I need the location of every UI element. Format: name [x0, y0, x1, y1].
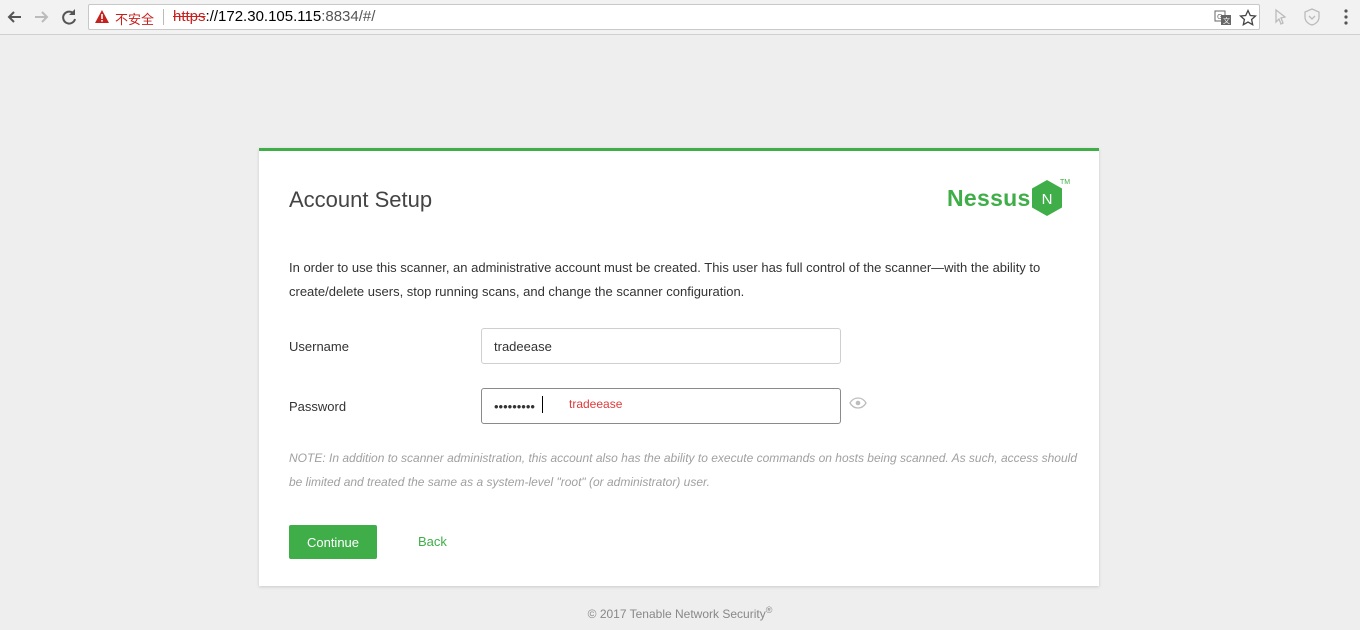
omnibox-divider — [163, 9, 164, 25]
logo-hexagon-icon: N — [1032, 180, 1062, 216]
browser-toolbar: 不安全 https://172.30.105.115:8834/#/ G文 — [0, 0, 1360, 35]
extension-shield-icon[interactable] — [1302, 7, 1322, 27]
registered-mark: ® — [765, 605, 773, 615]
footer-copyright: © 2017 Tenable Network Security® — [0, 605, 1360, 621]
menu-kebab-icon[interactable] — [1336, 7, 1356, 27]
footer-text: © 2017 Tenable Network Security — [587, 607, 766, 621]
address-bar[interactable]: 不安全 https://172.30.105.115:8834/#/ G文 — [88, 4, 1260, 30]
back-arrow-icon[interactable] — [4, 6, 26, 28]
text-caret — [542, 396, 543, 413]
password-label: Password — [289, 399, 347, 414]
url-text[interactable]: https://172.30.105.115:8834/#/ — [173, 8, 375, 25]
star-icon[interactable] — [1238, 8, 1258, 27]
warning-triangle-icon[interactable] — [95, 10, 109, 28]
url-host: ://172.30.105.115 — [205, 8, 322, 25]
logo-wordmark: Nessus — [947, 185, 1031, 211]
username-input[interactable] — [481, 328, 841, 364]
account-setup-card: Account Setup Nessus N TM In order to us… — [259, 148, 1099, 586]
admin-note: NOTE: In addition to scanner administrat… — [289, 451, 1077, 489]
url-path: :8834/#/ — [321, 8, 376, 25]
url-scheme: https — [173, 8, 206, 25]
logo-trademark: TM — [1060, 179, 1071, 186]
password-annotation: tradeease — [569, 397, 623, 411]
translate-icon[interactable]: G文 — [1214, 9, 1232, 27]
forward-arrow-icon[interactable] — [30, 6, 52, 28]
password-input[interactable] — [481, 388, 841, 424]
eye-icon[interactable] — [849, 396, 867, 414]
intro-text: In order to use this scanner, an adminis… — [289, 260, 1041, 299]
username-label: Username — [289, 339, 349, 354]
svg-text:文: 文 — [1223, 16, 1230, 25]
back-link[interactable]: Back — [418, 534, 447, 549]
svg-text:G: G — [1217, 13, 1222, 21]
continue-button[interactable]: Continue — [289, 525, 377, 559]
security-status-label[interactable]: 不安全 — [115, 9, 154, 28]
page-title: Account Setup — [289, 187, 433, 212]
reload-icon[interactable] — [58, 6, 80, 28]
extension-cursor-icon[interactable] — [1272, 7, 1292, 27]
logo-letter: N — [1042, 191, 1053, 208]
